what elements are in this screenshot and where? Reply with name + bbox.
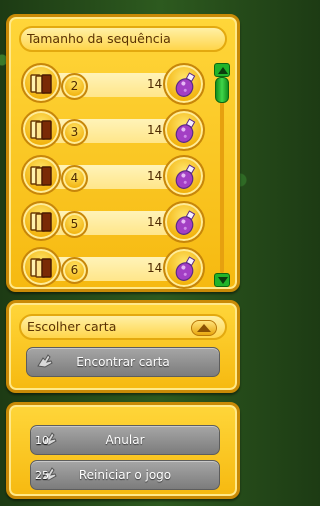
restart-game-button[interactable]: 25 Reiniciar o jogo	[30, 460, 220, 490]
arrow-up-icon	[218, 67, 228, 74]
hand-icon	[37, 354, 53, 368]
sequence-length-title: Tamanho da sequência	[19, 26, 227, 52]
sequence-scrollbar[interactable]	[214, 63, 230, 287]
sequence-row-5[interactable]: 5 14	[21, 199, 205, 243]
sequence-length-panel: Tamanho da sequência 2 14 3 14 4 14 5 14…	[6, 14, 240, 292]
restart-cost: 25	[35, 469, 49, 482]
sequence-length-value: 3	[61, 119, 88, 146]
triangle-up-icon	[197, 324, 211, 332]
sequence-cost: 14	[147, 169, 163, 183]
sequence-row-4[interactable]: 4 14	[21, 153, 205, 197]
undo-cost: 10	[35, 434, 49, 447]
scroll-up-button[interactable]	[214, 63, 230, 77]
card-stack-icon	[21, 247, 61, 287]
purple-potion-icon	[163, 201, 205, 243]
find-card-button[interactable]: Encontrar carta	[26, 347, 220, 377]
card-stack-icon	[21, 63, 61, 103]
sequence-row-2[interactable]: 2 14	[21, 61, 205, 105]
sequence-row-6[interactable]: 6 14	[21, 245, 205, 289]
card-stack-icon	[21, 201, 61, 241]
purple-potion-icon	[163, 247, 205, 289]
sequence-cost: 14	[147, 215, 163, 229]
sequence-length-value: 4	[61, 165, 88, 192]
sequence-cost: 14	[147, 261, 163, 275]
choose-card-title: Escolher carta	[27, 319, 117, 334]
restart-label: Reiniciar o jogo	[78, 468, 172, 482]
sequence-length-value: 6	[61, 257, 88, 284]
purple-potion-icon	[163, 63, 205, 105]
undo-button[interactable]: 10 Anular	[30, 425, 220, 455]
sequence-cost: 14	[147, 77, 163, 91]
scroll-down-button[interactable]	[214, 273, 230, 287]
purple-potion-icon	[163, 109, 205, 151]
arrow-down-icon	[218, 277, 228, 284]
sequence-cost: 14	[147, 123, 163, 137]
choose-card-panel: Escolher carta Encontrar carta	[6, 300, 240, 393]
purple-potion-icon	[163, 155, 205, 197]
choose-card-header[interactable]: Escolher carta	[19, 314, 227, 340]
sequence-list: 2 14 3 14 4 14 5 14 6 14	[21, 61, 205, 289]
sequence-row-3[interactable]: 3 14	[21, 107, 205, 151]
collapse-button[interactable]	[191, 320, 217, 336]
card-stack-icon	[21, 109, 61, 149]
actions-panel: 10 Anular 25 Reiniciar o jogo	[6, 402, 240, 499]
sequence-length-value: 2	[61, 73, 88, 100]
scrollbar-thumb[interactable]	[215, 77, 229, 103]
find-card-label: Encontrar carta	[76, 355, 170, 369]
scrollbar-track[interactable]	[220, 77, 224, 273]
sequence-length-value: 5	[61, 211, 88, 238]
card-stack-icon	[21, 155, 61, 195]
undo-label: Anular	[105, 433, 145, 447]
